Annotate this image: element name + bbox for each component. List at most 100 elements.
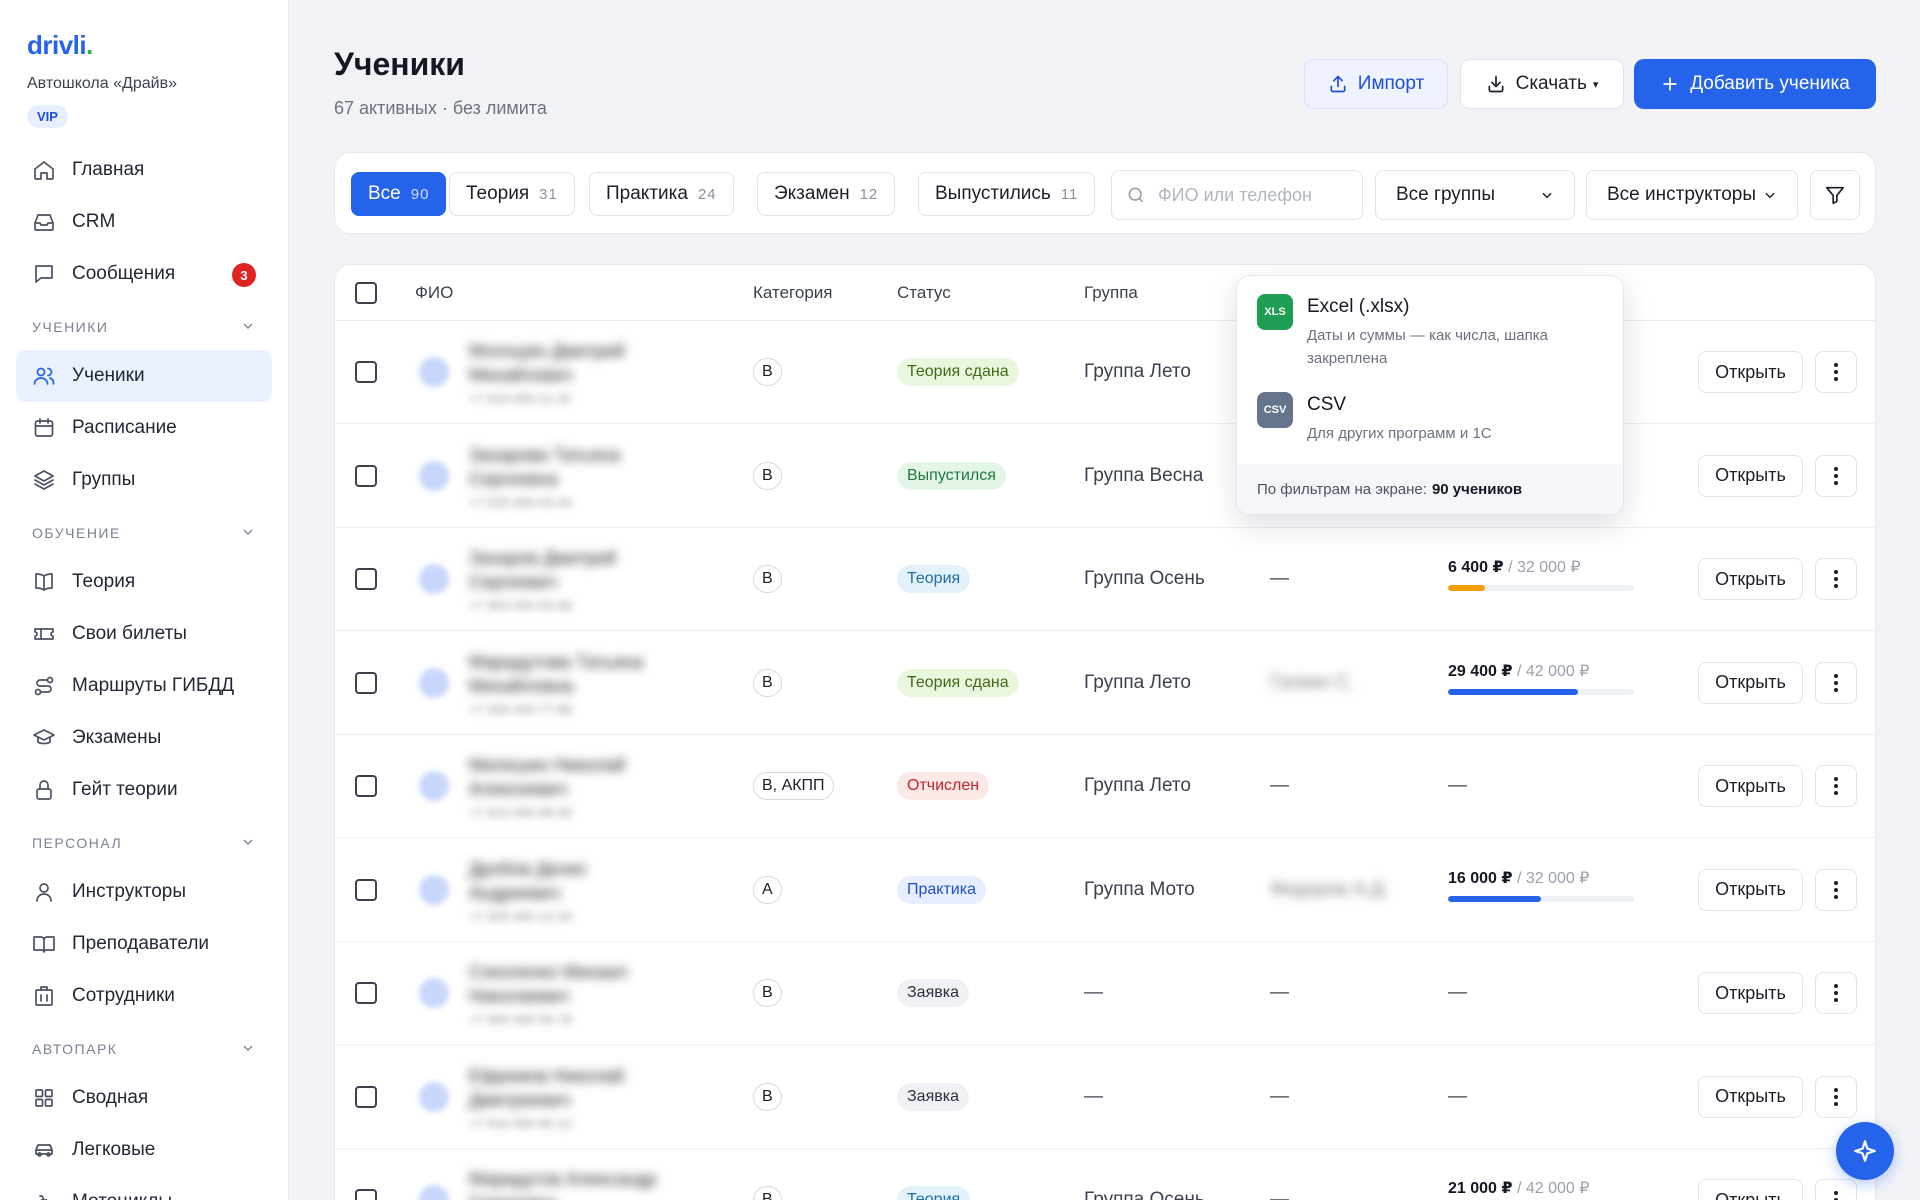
instructor-name: — [1270, 1085, 1289, 1107]
sidebar-item-13[interactable]: Сотрудники [16, 970, 272, 1022]
student-name[interactable]: Захаров Дмитрий Сергеевич [469, 546, 659, 594]
sidebar-item-15[interactable]: Легковые [16, 1124, 272, 1176]
open-student-button[interactable]: Открыть [1698, 1179, 1803, 1200]
tab-2[interactable]: Практика 24 [589, 172, 734, 216]
instructors-select[interactable]: Все инструкторы [1586, 170, 1798, 220]
student-name[interactable]: Марадутов Александр Сергеевич [469, 1167, 659, 1200]
add-student-button[interactable]: Добавить ученика [1634, 59, 1876, 109]
row-checkbox[interactable] [355, 878, 377, 901]
row-checkbox[interactable] [355, 982, 377, 1004]
table-row[interactable]: Милешин Николай Алексеевич +7 915 000-99-… [335, 735, 1875, 838]
open-student-button[interactable]: Открыть [1698, 661, 1803, 704]
download-button[interactable]: Скачать ▾ [1460, 59, 1624, 109]
open-student-button[interactable]: Открыть [1698, 351, 1803, 393]
row-checkbox[interactable] [355, 568, 377, 590]
sidebar-item-3[interactable]: Ученики [16, 350, 272, 402]
table-row[interactable]: Молоцкін Дмитрий Михайлович +7 916 000-11… [335, 321, 1875, 424]
student-phone: +7 916 000-11-22 [469, 391, 572, 406]
sidebar-item-10[interactable]: Гейт теории [16, 764, 272, 816]
sidebar-item-12[interactable]: Преподаватели [16, 918, 272, 970]
table-row[interactable]: Захаров Дмитрий Сергеевич +7 903 000-55-6… [335, 528, 1875, 631]
more-actions-button[interactable] [1815, 558, 1857, 600]
sidebar: drivli. Автошкола «Драйв» VIP Главная CRM… [0, 0, 289, 1200]
student-name[interactable]: Соколенко Михаил Николаевич [469, 960, 659, 1008]
table-row[interactable]: Марадутова Татьяна Михайловна +7 926 000-… [335, 632, 1875, 735]
download-menu: XLS Excel (.xlsx) Даты и суммы — как чис… [1236, 275, 1624, 515]
avatar [419, 874, 449, 905]
search-box[interactable] [1111, 170, 1363, 220]
open-student-button[interactable]: Открыть [1698, 868, 1803, 911]
sidebar-item-5[interactable]: Группы [16, 454, 272, 506]
school-name: Автошкола «Драйв» [27, 75, 177, 92]
search-input[interactable] [1158, 184, 1358, 206]
table-row[interactable]: Захарова Татьяна Сергеевна +7 925 000-33-… [335, 425, 1875, 528]
tab-0[interactable]: Все 90 [351, 172, 447, 216]
tab-4[interactable]: Выпустились 11 [918, 172, 1096, 216]
download-csv-option[interactable]: CSV CSV Для других программ и 1С [1237, 374, 1623, 464]
row-checkbox[interactable] [355, 464, 377, 487]
open-student-button[interactable]: Открыть [1698, 765, 1803, 807]
more-actions-button[interactable] [1815, 351, 1857, 393]
open-student-button[interactable]: Открыть [1698, 454, 1803, 497]
import-button[interactable]: Импорт [1304, 59, 1448, 109]
row-checkbox[interactable] [355, 1085, 377, 1108]
table-row[interactable]: Соколенко Михаил Николаевич +7 905 000-56… [335, 942, 1875, 1045]
student-name[interactable]: Ефремов Николай Дмитриевич [469, 1064, 659, 1112]
sidebar-item-9[interactable]: Экзамены [16, 712, 272, 764]
assistant-fab[interactable] [1836, 1122, 1894, 1180]
sidebar-section-header[interactable]: ОБУЧЕНИЕ [16, 510, 272, 556]
upload-icon [1330, 75, 1346, 93]
row-checkbox[interactable] [355, 1189, 377, 1200]
sidebar-item-7[interactable]: Свои билеты [16, 608, 272, 660]
logo[interactable]: drivli. [16, 30, 272, 61]
sidebar-item-0[interactable]: Главная [16, 144, 272, 196]
avatar [419, 1185, 449, 1200]
download-excel-option[interactable]: XLS Excel (.xlsx) Даты и суммы — как чис… [1237, 276, 1623, 367]
sidebar-item-11[interactable]: Инструкторы [16, 866, 272, 918]
open-student-button[interactable]: Открыть [1698, 972, 1803, 1014]
sidebar-section-header[interactable]: ПЕРСОНАЛ [16, 820, 272, 866]
student-name[interactable]: Молоцкін Дмитрий Михайлович [469, 339, 659, 387]
page-title: Ученики [334, 46, 465, 82]
student-name[interactable]: Марадутова Татьяна Михайловна [469, 650, 659, 698]
student-name[interactable]: Захарова Татьяна Сергеевна [469, 443, 659, 491]
table-row[interactable]: Марадутов Александр Сергеевич+7 903 000-… [335, 1149, 1875, 1200]
more-actions-button[interactable] [1815, 868, 1857, 911]
paid-amount: 6 400 ₽ [1448, 559, 1504, 576]
category-badge: A [753, 875, 782, 904]
sidebar-item-16[interactable]: Мотоциклы [16, 1176, 272, 1200]
sidebar-section-header[interactable]: АВТОПАРК [16, 1026, 272, 1072]
student-name[interactable]: Дробов Денис Андреевич [469, 857, 659, 905]
more-actions-button[interactable] [1815, 454, 1857, 497]
sidebar-section-header[interactable]: УЧЕНИКИ [16, 304, 272, 350]
sidebar-item-6[interactable]: Теория [16, 556, 272, 608]
instructor-name: — [1270, 982, 1289, 1003]
sidebar-item-14[interactable]: Сводная [16, 1072, 272, 1124]
sidebar-item-2[interactable]: Сообщения 3 [16, 248, 272, 300]
more-actions-button[interactable] [1815, 1075, 1857, 1118]
groups-select[interactable]: Все группы [1375, 170, 1575, 220]
tab-3[interactable]: Экзамен 12 [757, 172, 896, 216]
sidebar-item-1[interactable]: CRM [16, 196, 272, 248]
open-student-button[interactable]: Открыть [1698, 558, 1803, 600]
more-actions-button[interactable] [1815, 1179, 1857, 1200]
table-row[interactable]: Ефремов Николай Дмитриевич +7 916 000-90-… [335, 1046, 1875, 1149]
column-status: Статус [897, 283, 951, 302]
bike-icon [32, 1190, 56, 1200]
row-checkbox[interactable] [355, 361, 377, 383]
sidebar-item-label: Легковые [72, 1139, 156, 1160]
tab-1[interactable]: Теория 31 [449, 172, 575, 216]
select-all-checkbox[interactable] [355, 282, 377, 304]
student-phone: +7 916 000-90-12 [469, 1115, 573, 1131]
student-name[interactable]: Милешин Николай Алексеевич [469, 753, 659, 801]
table-row[interactable]: Дробов Денис Андреевич +7 929 000-12-34 A П… [335, 839, 1875, 942]
filter-button[interactable] [1810, 170, 1860, 220]
more-actions-button[interactable] [1815, 765, 1857, 807]
more-actions-button[interactable] [1815, 972, 1857, 1014]
row-checkbox[interactable] [355, 775, 377, 797]
open-student-button[interactable]: Открыть [1698, 1075, 1803, 1118]
sidebar-item-4[interactable]: Расписание [16, 402, 272, 454]
row-checkbox[interactable] [355, 671, 377, 694]
more-actions-button[interactable] [1815, 661, 1857, 704]
sidebar-item-8[interactable]: Маршруты ГИБДД [16, 660, 272, 712]
